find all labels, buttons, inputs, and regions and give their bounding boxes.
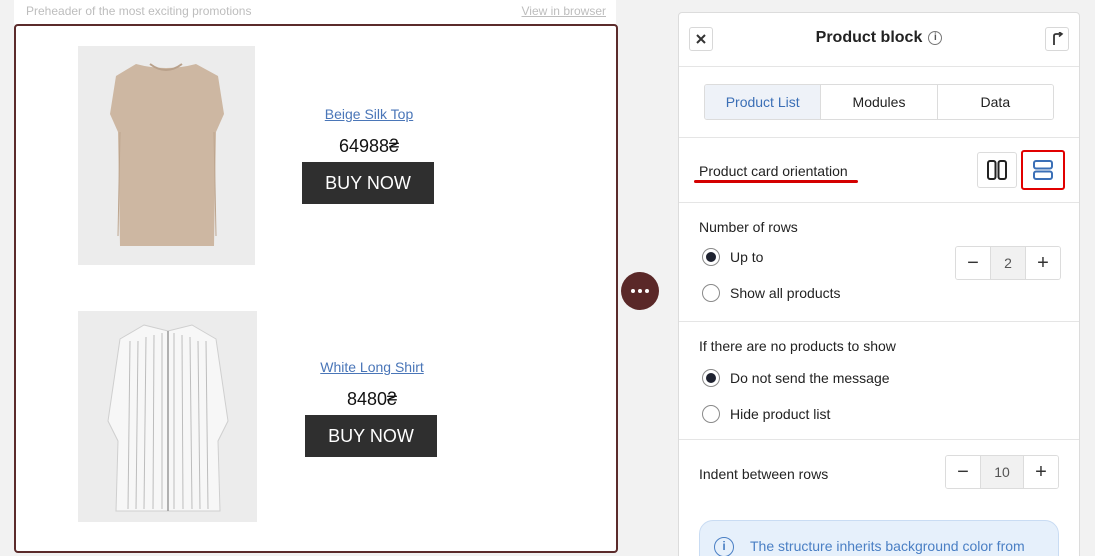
radio-button <box>702 284 720 302</box>
radio-label: Up to <box>730 249 764 265</box>
rows-label: Number of rows <box>699 219 798 235</box>
dot-icon <box>638 289 642 293</box>
product-block[interactable]: Beige Silk Top 64988₴ BUY NOW White Long… <box>14 24 618 553</box>
info-icon: i <box>714 537 734 556</box>
rows-icon <box>1033 160 1053 180</box>
notice-text: The structure inherits background color … <box>750 538 1025 554</box>
columns-icon <box>987 160 1007 180</box>
orientation-columns-button[interactable] <box>977 152 1017 188</box>
indent-value[interactable]: 10 <box>980 456 1024 488</box>
product-name-link[interactable]: White Long Shirt <box>305 359 439 375</box>
rows-value[interactable]: 2 <box>990 247 1026 279</box>
product-card[interactable]: Beige Silk Top 64988₴ BUY NOW <box>16 26 616 286</box>
highlight-underline <box>694 180 858 183</box>
radio-label: Show all products <box>730 285 841 301</box>
dot-icon <box>645 289 649 293</box>
indent-stepper: − 10 + <box>945 455 1059 489</box>
product-info: Beige Silk Top 64988₴ BUY NOW <box>302 106 436 204</box>
preheader-bar: Preheader of the most exciting promotion… <box>14 0 616 24</box>
no-products-section: If there are no products to show Do not … <box>679 322 1079 440</box>
tabs: Product List Modules Data <box>704 84 1054 120</box>
panel-title-text: Product block <box>815 29 923 46</box>
product-info: White Long Shirt 8480₴ BUY NOW <box>305 359 439 457</box>
radio-label: Do not send the message <box>730 370 890 386</box>
product-image <box>78 311 257 522</box>
radio-label: Hide product list <box>730 406 831 422</box>
orientation-rows-button[interactable] <box>1021 150 1065 190</box>
radio-up-to[interactable]: Up to <box>702 248 763 266</box>
indent-section: Indent between rows − 10 + <box>679 440 1079 505</box>
panel-header: Product block i <box>679 13 1079 67</box>
product-price: 8480₴ <box>346 389 398 409</box>
radio-button <box>702 248 720 266</box>
radio-button <box>702 369 720 387</box>
buy-now-button[interactable]: BUY NOW <box>305 415 437 457</box>
orientation-section: Product card orientation <box>679 138 1079 203</box>
radio-hide-list[interactable]: Hide product list <box>702 405 830 423</box>
product-price: 64988₴ <box>338 136 400 156</box>
info-icon[interactable]: i <box>928 30 943 45</box>
radio-show-all[interactable]: Show all products <box>702 284 841 302</box>
rows-section: Number of rows Up to Show all products −… <box>679 203 1079 322</box>
decrement-button[interactable]: − <box>946 456 980 488</box>
detach-button[interactable] <box>1045 27 1069 51</box>
settings-panel: Product block i Product List Modules Data… <box>678 12 1080 556</box>
dot-icon <box>631 289 635 293</box>
product-card[interactable]: White Long Shirt 8480₴ BUY NOW <box>16 291 616 551</box>
decrement-button[interactable]: − <box>956 247 990 279</box>
radio-do-not-send[interactable]: Do not send the message <box>702 369 890 387</box>
arrow-up-left-icon <box>1053 32 1064 45</box>
tabs-row: Product List Modules Data <box>679 67 1079 138</box>
tab-data[interactable]: Data <box>937 85 1053 119</box>
tab-modules[interactable]: Modules <box>821 85 938 119</box>
rows-stepper: − 2 + <box>955 246 1061 280</box>
no-products-label: If there are no products to show <box>699 338 896 354</box>
orientation-label: Product card orientation <box>699 163 848 179</box>
tab-product-list[interactable]: Product List <box>705 85 822 119</box>
beige-top-image <box>78 46 255 265</box>
more-options-button[interactable] <box>621 272 659 310</box>
preheader-text: Preheader of the most exciting promotion… <box>26 4 252 18</box>
increment-button[interactable]: + <box>1024 456 1058 488</box>
product-image <box>78 46 255 265</box>
radio-button <box>702 405 720 423</box>
indent-label: Indent between rows <box>699 466 829 482</box>
view-in-browser-link[interactable]: View in browser <box>522 4 606 18</box>
white-shirt-image <box>78 311 257 522</box>
product-name-link[interactable]: Beige Silk Top <box>302 106 436 122</box>
info-notice: i The structure inherits background colo… <box>699 520 1059 556</box>
orientation-toggle <box>977 150 1065 190</box>
increment-button[interactable]: + <box>1026 247 1060 279</box>
panel-title: Product block i <box>679 29 1079 47</box>
buy-now-button[interactable]: BUY NOW <box>302 162 434 204</box>
